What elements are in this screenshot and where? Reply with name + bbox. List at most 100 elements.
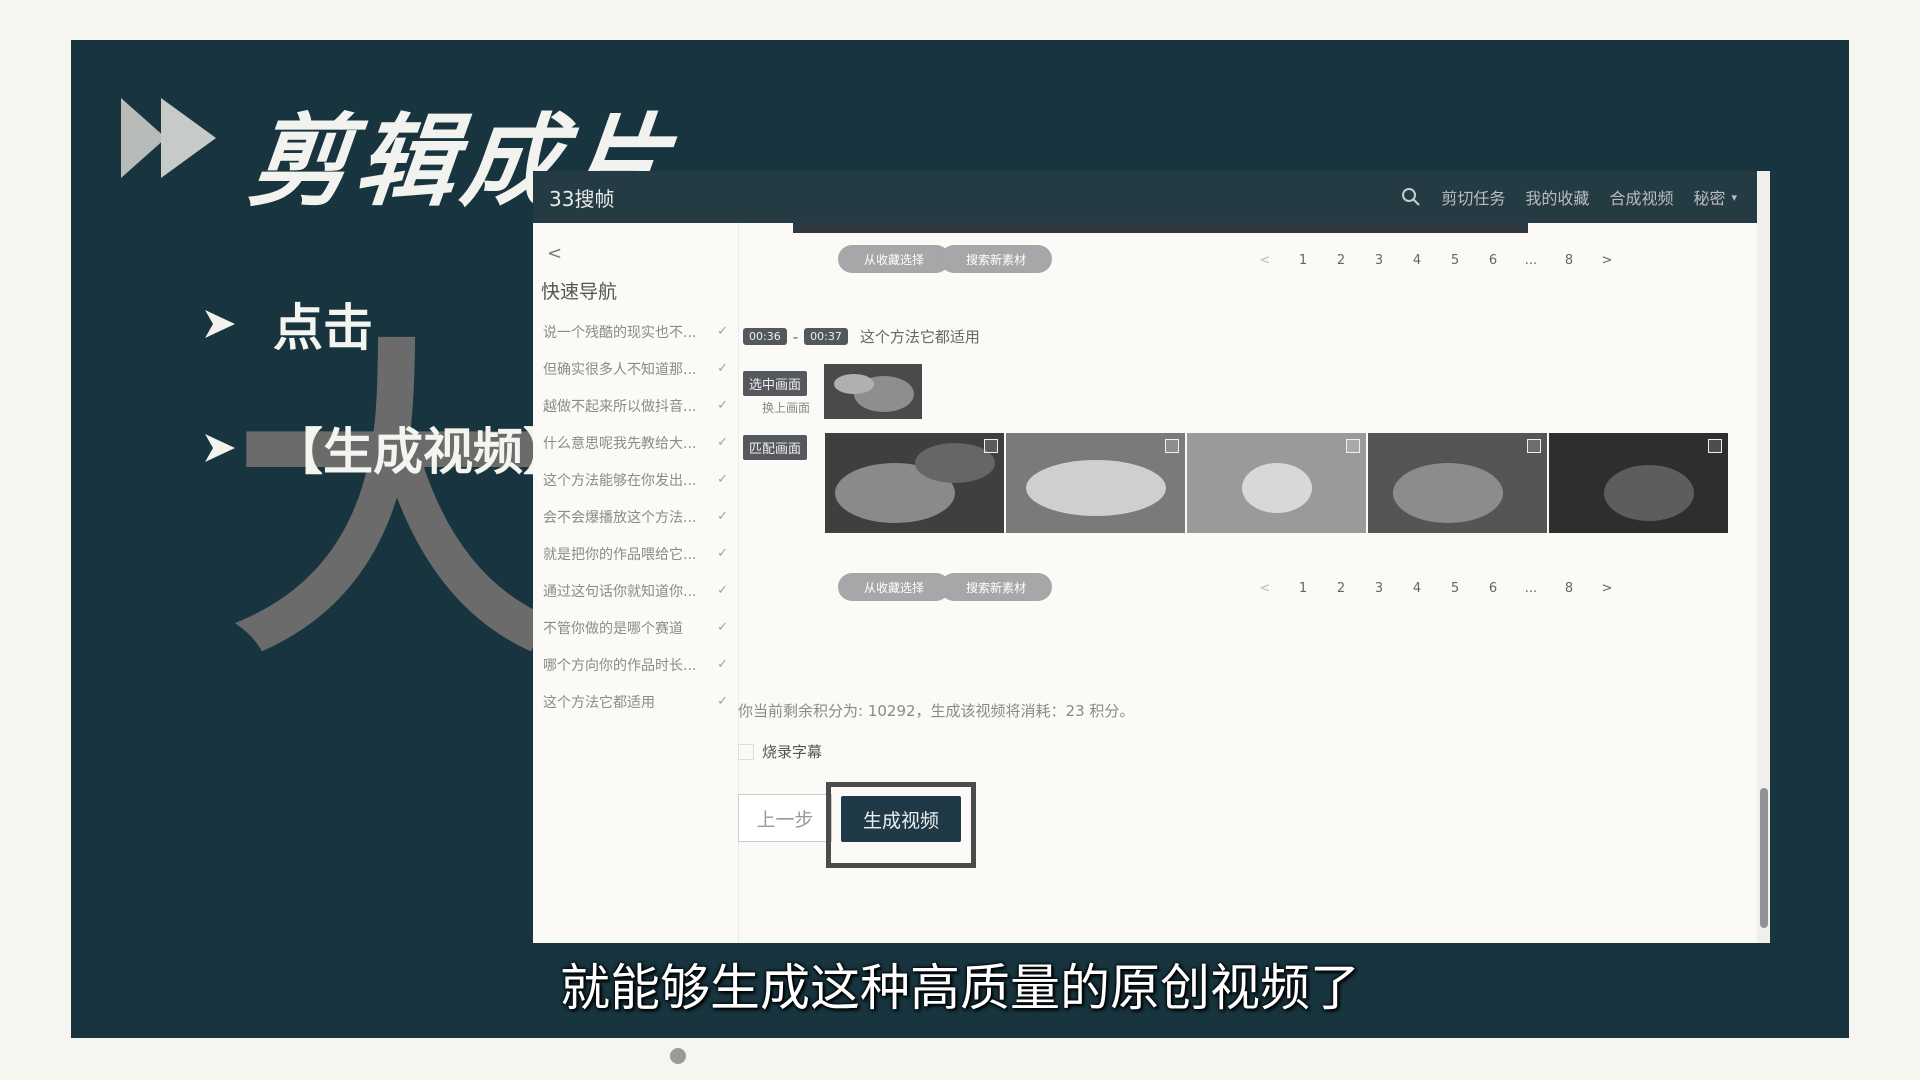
page-2[interactable]: 2 [1322, 581, 1360, 596]
nav-item[interactable]: 通过这句话你就知道你... ✓ [533, 572, 738, 609]
nav-item-label: 哪个方向你的作品时长... [543, 657, 697, 674]
selected-thumbnail-image [824, 364, 922, 419]
bullet-click: 点击 [201, 288, 373, 360]
matched-frames-label: 匹配画面 [743, 435, 808, 460]
nav-cut-tasks[interactable]: 剪切任务 [1441, 185, 1505, 209]
nav-item-label: 这个方法能够在你发出... [543, 472, 697, 489]
segment-text: 这个方法它都适用 [859, 328, 980, 346]
button-label: 从收藏选择 [863, 252, 924, 267]
arrow-bullet-icon [205, 434, 235, 462]
search-material-button[interactable]: 搜索新素材 [940, 573, 1052, 601]
match-thumbnail-image [1549, 433, 1728, 533]
page-1[interactable]: 1 [1284, 253, 1322, 268]
match-thumbnail[interactable] [1187, 433, 1366, 533]
replace-frame-link[interactable]: 换上画面 [762, 399, 810, 416]
match-thumbnail-image [825, 433, 1004, 533]
button-label: 搜索新素材 [965, 252, 1026, 267]
main-panel: 从收藏选择 搜索新素材 < 1 2 3 4 5 6 ... 8 > 00:36 … [738, 223, 1758, 943]
search-material-button[interactable]: 搜索新素材 [940, 245, 1052, 273]
previous-step-button[interactable]: 上一步 [738, 794, 832, 842]
match-thumbnail-image [1006, 433, 1185, 533]
search-icon[interactable] [1401, 187, 1421, 207]
from-favorites-button[interactable]: 从收藏选择 [838, 245, 950, 273]
match-thumbnail[interactable] [1368, 433, 1547, 533]
page-3[interactable]: 3 [1360, 581, 1398, 596]
nav-item[interactable]: 不管你做的是哪个赛道 ✓ [533, 609, 738, 646]
nav-item[interactable]: 但确实很多人不知道那... ✓ [533, 350, 738, 387]
selected-thumbnail[interactable] [824, 364, 922, 419]
bullet-text: 【生成视频】 [273, 423, 573, 481]
nav-user-menu[interactable]: 秘密 [1693, 185, 1725, 209]
nav-item[interactable]: 说一个残酷的现实也不... ✓ [533, 313, 738, 350]
generate-video-button[interactable]: 生成视频 [841, 796, 961, 842]
match-thumbnail-image [1368, 433, 1547, 533]
cursor-dot [670, 1048, 686, 1064]
quick-nav-title: 快速导航 [541, 281, 618, 303]
quick-nav-sidebar: < 快速导航 说一个残酷的现实也不... ✓ 但确实很多人不知道那... ✓ 越做不… [533, 223, 739, 943]
nav-item[interactable]: 会不会爆播放这个方法... ✓ [533, 498, 738, 535]
page-1[interactable]: 1 [1284, 581, 1322, 596]
page-2[interactable]: 2 [1322, 253, 1360, 268]
match-thumbnail[interactable] [1549, 433, 1728, 533]
segment-start-time: 00:36 [743, 328, 787, 345]
page-5[interactable]: 5 [1436, 253, 1474, 268]
burn-subtitles-checkbox[interactable] [738, 743, 754, 760]
select-checkbox[interactable] [1346, 439, 1360, 453]
back-icon[interactable]: < [547, 243, 562, 264]
page-8[interactable]: 8 [1550, 253, 1588, 268]
check-icon: ✓ [717, 583, 728, 598]
nav-item-label: 通过这句话你就知道你... [543, 583, 697, 600]
selected-frame-label: 选中画面 [743, 371, 808, 396]
nav-item[interactable]: 这个方法它都适用 ✓ [533, 683, 738, 720]
page-next[interactable]: > [1588, 581, 1626, 596]
page-ellipsis: ... [1524, 581, 1538, 596]
quick-nav-list: 说一个残酷的现实也不... ✓ 但确实很多人不知道那... ✓ 越做不起来所以做抖音… [533, 313, 738, 720]
page-4[interactable]: 4 [1398, 253, 1436, 268]
nav-item[interactable]: 这个方法能够在你发出... ✓ [533, 461, 738, 498]
burn-subtitles-row[interactable]: 烧录字幕 [738, 741, 822, 762]
nav-compose-video[interactable]: 合成视频 [1609, 185, 1673, 209]
page-5[interactable]: 5 [1436, 581, 1474, 596]
page-prev[interactable]: < [1246, 253, 1284, 268]
nav-item-label: 但确实很多人不知道那... [543, 361, 697, 378]
nav-item-label: 这个方法它都适用 [543, 694, 655, 711]
credits-info: 你当前剩余积分为: 10292，生成该视频将消耗：23 积分。 [738, 702, 1135, 720]
page-6[interactable]: 6 [1474, 253, 1512, 268]
match-thumbnail[interactable] [1006, 433, 1185, 533]
nav-item[interactable]: 越做不起来所以做抖音... ✓ [533, 387, 738, 424]
select-checkbox[interactable] [1708, 439, 1722, 453]
segment-row: 00:36 - 00:37 这个方法它都适用 [743, 326, 980, 347]
top-navbar: 33搜帧 剪切任务 我的收藏 合成视频 秘密 ▾ [533, 171, 1757, 223]
from-favorites-button[interactable]: 从收藏选择 [838, 573, 950, 601]
nav-item[interactable]: 什么意思呢我先教给大... ✓ [533, 424, 738, 461]
page-8[interactable]: 8 [1550, 581, 1588, 596]
nav-item[interactable]: 就是把你的作品喂给它... ✓ [533, 535, 738, 572]
brand-logo[interactable]: 33搜帧 [549, 183, 614, 212]
page-prev[interactable]: < [1246, 581, 1284, 596]
fast-forward-icon [121, 98, 216, 178]
scrollbar-thumb[interactable] [1760, 788, 1768, 928]
select-checkbox[interactable] [984, 439, 998, 453]
nav-item[interactable]: 哪个方向你的作品时长... ✓ [533, 646, 738, 683]
background-big-character: 大 [231, 313, 561, 697]
check-icon: ✓ [717, 324, 728, 339]
nav-my-favorites[interactable]: 我的收藏 [1525, 185, 1589, 209]
page-3[interactable]: 3 [1360, 253, 1398, 268]
scrollbar[interactable] [1757, 171, 1770, 943]
match-thumbnail[interactable] [825, 433, 1004, 533]
check-icon: ✓ [717, 435, 728, 450]
nav-item-label: 什么意思呢我先教给大... [543, 435, 697, 452]
page-ellipsis: ... [1524, 253, 1538, 268]
check-icon: ✓ [717, 361, 728, 376]
page-6[interactable]: 6 [1474, 581, 1512, 596]
nav-item-label: 说一个残酷的现实也不... [543, 324, 697, 341]
check-icon: ✓ [717, 546, 728, 561]
select-checkbox[interactable] [1165, 439, 1179, 453]
check-icon: ✓ [717, 694, 728, 709]
select-checkbox[interactable] [1527, 439, 1541, 453]
highlight-box: 生成视频 [826, 782, 976, 868]
page-next[interactable]: > [1588, 253, 1626, 268]
chevron-down-icon[interactable]: ▾ [1731, 191, 1737, 204]
page-4[interactable]: 4 [1398, 581, 1436, 596]
nav-item-label: 会不会爆播放这个方法... [543, 509, 697, 526]
